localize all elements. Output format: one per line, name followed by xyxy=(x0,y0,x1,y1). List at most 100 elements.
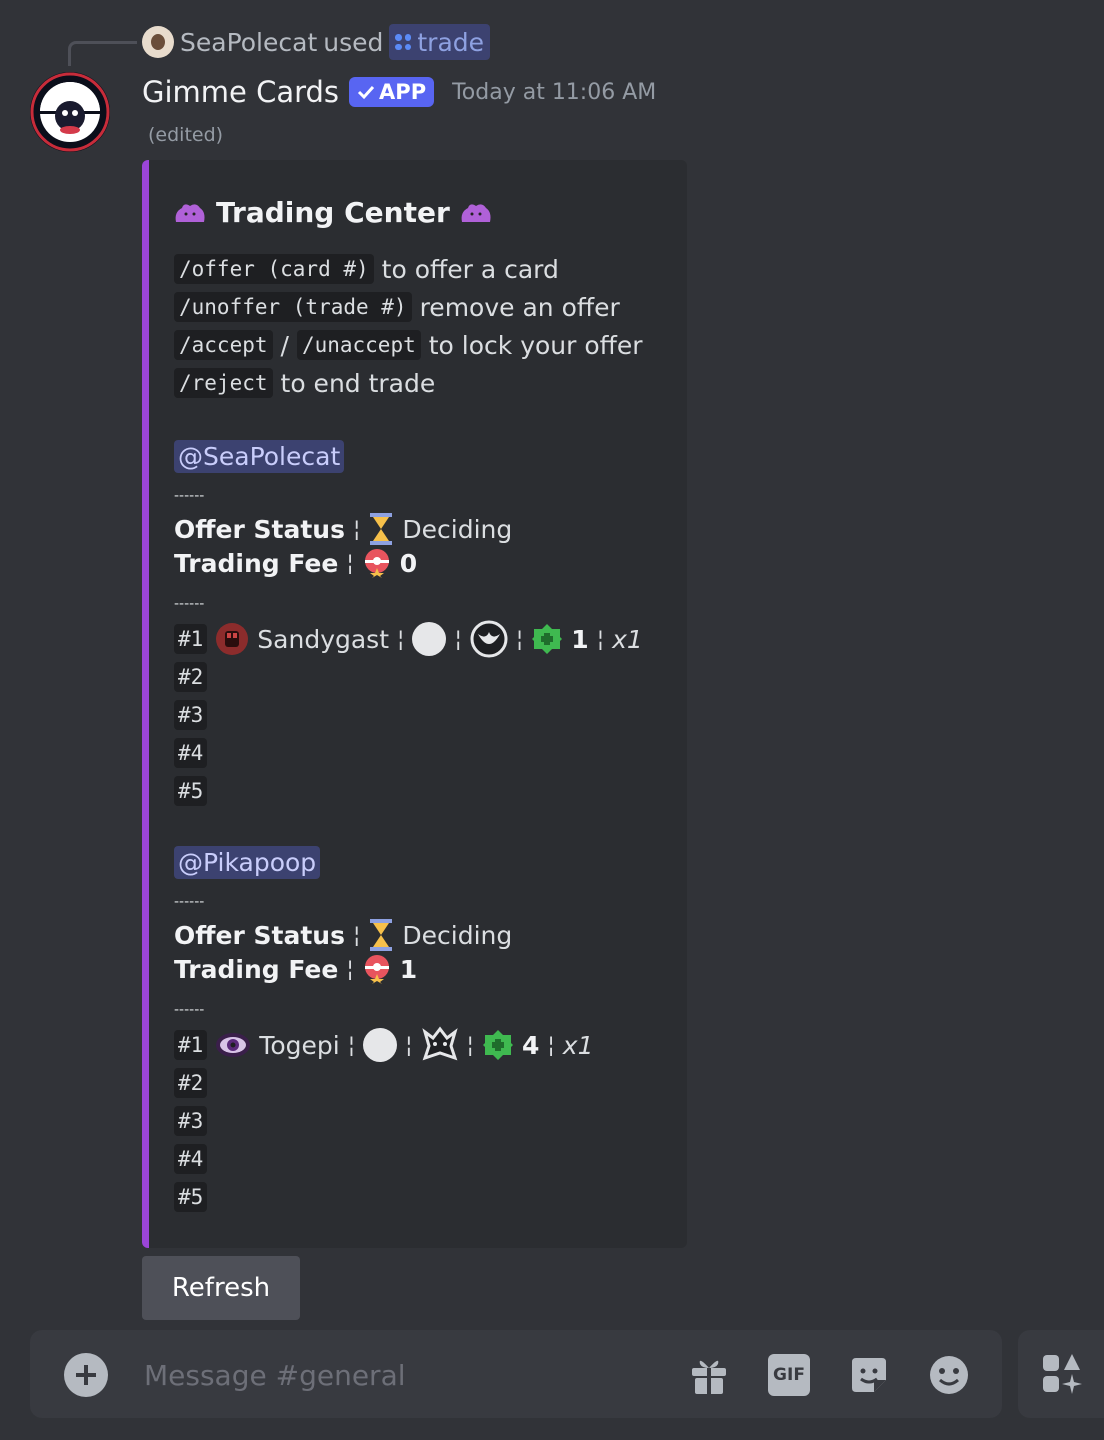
apps-button[interactable] xyxy=(1018,1330,1104,1418)
slot-number: #2 xyxy=(174,662,208,692)
user-mention[interactable]: @Pikapoop xyxy=(174,846,321,879)
divider: ------ xyxy=(174,894,205,910)
instruction-text: remove an offer xyxy=(419,292,620,322)
dark-type-icon xyxy=(470,620,508,658)
card-slot-row: #4 xyxy=(174,738,208,768)
slot-number: #1 xyxy=(174,624,208,654)
command-code: /accept xyxy=(174,330,273,360)
hourglass-icon xyxy=(370,919,393,951)
divider: ------ xyxy=(174,488,205,504)
gif-button[interactable]: GIF xyxy=(768,1354,810,1396)
user-avatar[interactable] xyxy=(142,26,174,58)
embed-title: Trading Center xyxy=(216,196,450,229)
offer-status-value: Deciding xyxy=(402,514,513,544)
card-slot-row: #2 xyxy=(174,662,208,692)
card-quantity: x1 xyxy=(562,1030,594,1060)
command-code: /unoffer (trade #) xyxy=(174,292,412,322)
slot-number: #4 xyxy=(174,1144,208,1174)
fighting-type-icon xyxy=(216,623,249,655)
slot-number: #5 xyxy=(174,1182,208,1212)
offer-status-value: Deciding xyxy=(402,920,513,950)
divider: ------ xyxy=(174,596,205,612)
instruction-text: to lock your offer xyxy=(428,330,643,360)
add-attachment-button[interactable] xyxy=(64,1353,108,1397)
rarity-circle-icon xyxy=(363,1028,398,1062)
ditto-icon xyxy=(175,203,205,222)
rarity-circle-icon xyxy=(412,622,447,656)
card-name: Sandygast xyxy=(257,624,390,654)
card-quantity: x1 xyxy=(612,624,643,654)
timestamp[interactable]: Today at 11:06 AM xyxy=(452,80,656,105)
card-slot-row: #4 xyxy=(174,1144,208,1174)
instruction-accept: /accept / /unaccept to lock your offer xyxy=(174,330,643,360)
instruction-offer: /offer (card #) to offer a card xyxy=(174,254,559,284)
separator: ¦ xyxy=(347,1032,356,1058)
level-gem-icon xyxy=(532,624,563,654)
emoji-icon[interactable] xyxy=(928,1354,970,1396)
trading-fee-label: Trading Fee xyxy=(174,548,339,578)
card-level: 1 xyxy=(571,624,589,654)
embed-title-row: Trading Center xyxy=(174,196,492,229)
gift-icon[interactable] xyxy=(688,1354,730,1396)
separator: ¦ xyxy=(515,626,524,652)
offer-status-label: Offer Status xyxy=(174,514,345,544)
command-used-text: used xyxy=(323,27,384,57)
reply-connector xyxy=(68,41,137,66)
command-header: SeaPolecat used trade xyxy=(142,24,491,60)
card-level: 4 xyxy=(521,1030,540,1060)
hourglass-icon xyxy=(370,513,393,545)
trading-fee-value: 0 xyxy=(399,548,418,578)
separator: ¦ xyxy=(346,550,354,576)
user-mention[interactable]: @SeaPolecat xyxy=(174,440,345,473)
card-name: Togepi xyxy=(259,1030,340,1060)
separator: ¦ xyxy=(352,922,361,948)
fairy-type-icon xyxy=(421,1026,458,1061)
separator: ¦ xyxy=(596,626,605,652)
separator: ¦ xyxy=(466,1032,474,1058)
trading-fee-label: Trading Fee xyxy=(174,954,339,984)
divider: ------ xyxy=(174,1002,205,1018)
offer-status-row: Offer Status ¦ Deciding xyxy=(174,512,512,546)
card-slot-row: #1 Togepi ¦ ¦ ¦ 4 ¦ x1 xyxy=(174,1026,593,1064)
instruction-separator: / xyxy=(280,330,289,360)
separator: ¦ xyxy=(454,626,462,652)
slot-number: #5 xyxy=(174,776,208,806)
gimme-cards-logo-icon xyxy=(30,72,110,152)
message-header: Gimme Cards APP Today at 11:06 AM xyxy=(142,72,656,112)
separator: ¦ xyxy=(397,626,405,652)
ditto-icon xyxy=(461,203,491,222)
card-slot-row: #5 xyxy=(174,1182,208,1212)
sticker-icon[interactable] xyxy=(848,1354,890,1396)
instruction-text: to end trade xyxy=(280,368,436,398)
offer-status-row: Offer Status ¦ Deciding xyxy=(174,918,512,952)
card-slot-row: #1 Sandygast ¦ ¦ ¦ 1 ¦ x1 xyxy=(174,620,643,658)
slash-command-icon xyxy=(395,34,412,50)
command-code: /reject xyxy=(174,368,273,398)
trading-fee-value: 1 xyxy=(399,954,418,984)
card-slot-row: #3 xyxy=(174,1106,208,1136)
separator: ¦ xyxy=(346,956,354,982)
bot-name[interactable]: Gimme Cards xyxy=(142,75,339,109)
pokeball-coin-icon xyxy=(364,955,389,984)
instruction-text: to offer a card xyxy=(381,254,559,284)
card-slot-row: #5 xyxy=(174,776,208,806)
message-input[interactable] xyxy=(142,1348,666,1402)
command-code: /unaccept xyxy=(296,330,421,360)
message-composer: GIF xyxy=(30,1330,1002,1418)
trade-embed: Trading Center /offer (card #) to offer … xyxy=(142,160,687,1248)
instruction-reject: /reject to end trade xyxy=(174,368,435,398)
separator: ¦ xyxy=(405,1032,413,1058)
slot-number: #3 xyxy=(174,700,208,730)
trading-fee-row: Trading Fee ¦ 1 xyxy=(174,954,417,984)
offer-status-label: Offer Status xyxy=(174,920,345,950)
app-badge-label: APP xyxy=(379,80,427,104)
trading-fee-row: Trading Fee ¦ 0 xyxy=(174,548,417,578)
check-icon xyxy=(357,85,375,100)
refresh-button[interactable]: Refresh xyxy=(142,1256,300,1320)
player-section-1: @SeaPolecat xyxy=(174,440,345,473)
command-user[interactable]: SeaPolecat xyxy=(180,28,317,57)
command-name: trade xyxy=(417,27,485,57)
command-chip[interactable]: trade xyxy=(389,24,491,60)
bot-avatar[interactable] xyxy=(30,72,110,152)
psychic-eye-icon xyxy=(216,1033,251,1057)
